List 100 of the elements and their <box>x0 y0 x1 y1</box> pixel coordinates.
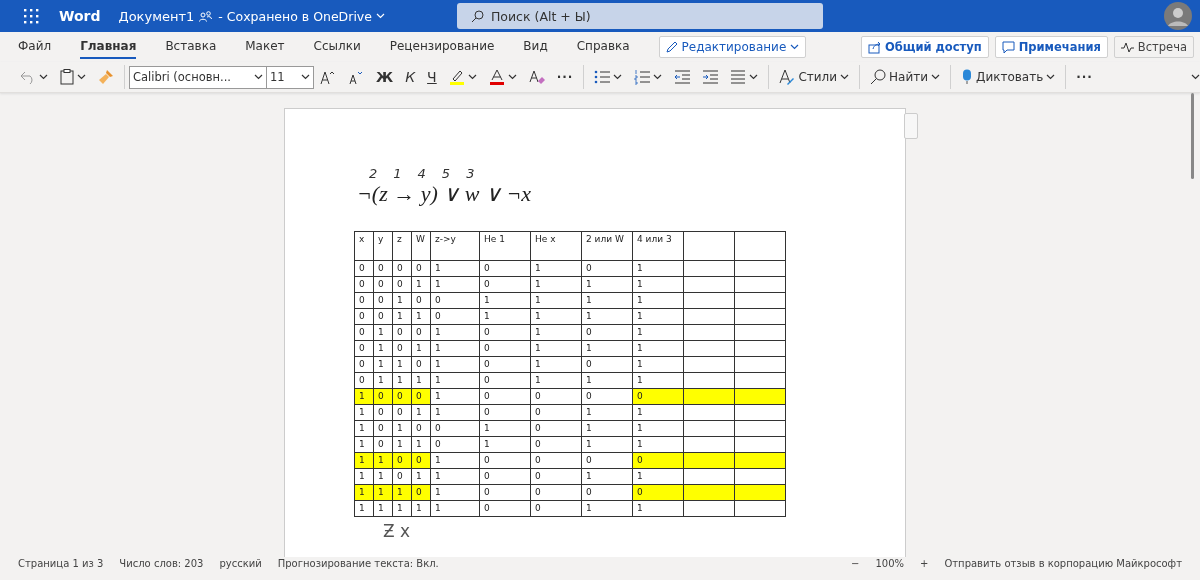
table-header-cell: z->y <box>430 231 480 261</box>
table-cell: 1 <box>373 372 393 389</box>
share-button[interactable]: Общий доступ <box>860 36 989 58</box>
table-cell: 1 <box>581 404 633 421</box>
table-cell: 0 <box>373 436 393 453</box>
table-cell: 1 <box>632 372 684 389</box>
avatar[interactable] <box>1164 2 1192 30</box>
feedback-link[interactable]: Отправить отзыв в корпорацию Майкрософт <box>944 557 1182 569</box>
table-cell: 0 <box>430 308 480 325</box>
align-icon <box>730 69 747 85</box>
table-header-cell: 4 или 3 <box>632 231 684 261</box>
table-cell: 0 <box>411 356 431 373</box>
ribbon-tab[interactable]: Справка <box>576 35 630 59</box>
table-header-cell: z <box>392 231 412 261</box>
table-cell: 1 <box>430 404 480 421</box>
table-cell: 0 <box>479 468 531 485</box>
table-cell: 1 <box>411 404 431 421</box>
table-cell: 1 <box>632 356 684 373</box>
table-cell: 0 <box>479 404 531 421</box>
table-cell: 0 <box>411 260 431 277</box>
scrollbar-thumb[interactable] <box>1191 93 1194 179</box>
table-cell: 1 <box>354 436 374 453</box>
dictate-button[interactable]: Диктовать <box>955 65 1062 89</box>
chevron-icon[interactable] <box>1191 74 1200 80</box>
table-cell: 0 <box>373 420 393 437</box>
table-cell: 1 <box>373 468 393 485</box>
share-icon <box>867 40 881 54</box>
font-size-dropdown[interactable]: 11 <box>266 65 314 89</box>
ribbon-tab[interactable]: Вставка <box>165 35 217 59</box>
table-cell: 1 <box>411 276 431 293</box>
chevron-icon[interactable] <box>613 74 623 80</box>
search-field[interactable]: Поиск (Alt + Ы) <box>456 3 823 29</box>
app-launcher-icon[interactable] <box>24 8 39 24</box>
table-cell: 0 <box>581 356 633 373</box>
bold-button[interactable]: Ж <box>370 65 400 89</box>
chevron-icon[interactable] <box>840 74 850 80</box>
chevron-icon[interactable] <box>254 74 263 80</box>
app-name[interactable]: Word <box>59 8 101 24</box>
underline-button[interactable]: Ч <box>421 65 443 89</box>
table-cell: 1 <box>354 468 374 485</box>
table-cell: 1 <box>530 324 582 341</box>
more-button[interactable]: ··· <box>1070 65 1099 89</box>
chevron-icon[interactable] <box>1046 74 1056 80</box>
ribbon-tab[interactable]: Ссылки <box>313 35 361 59</box>
table-header-cell: x <box>354 231 374 261</box>
more-button[interactable]: ··· <box>550 65 580 89</box>
chevron-icon[interactable] <box>301 74 310 80</box>
table-cell: 0 <box>530 484 582 501</box>
styles-button[interactable]: Стили <box>773 65 856 89</box>
editing-mode-button[interactable]: Редактирование <box>658 36 807 58</box>
ribbon-tab[interactable]: Рецензирование <box>389 35 495 59</box>
italic-button[interactable]: К <box>399 65 422 89</box>
table-cell: 1 <box>632 324 684 341</box>
ribbon-tab[interactable]: Главная <box>80 35 137 59</box>
table-cell: 1 <box>479 436 531 453</box>
chevron-icon[interactable] <box>653 74 663 80</box>
zoom-out-button[interactable]: − <box>851 557 860 569</box>
chevron-icon[interactable] <box>39 74 48 80</box>
table-cell: 1 <box>530 356 582 373</box>
table-cell: 0 <box>354 324 374 341</box>
table-cell: 0 <box>530 388 582 405</box>
document-title[interactable]: Документ1 <box>118 8 195 24</box>
table-cell: 1 <box>530 308 582 325</box>
table-cell: 1 <box>354 420 374 437</box>
save-status[interactable]: - Сохранено в OneDrive <box>218 8 372 24</box>
ribbon-tab[interactable]: Файл <box>18 35 52 59</box>
zoom-in-button[interactable]: + <box>920 557 929 569</box>
ribbon-tab[interactable]: Вид <box>523 35 548 59</box>
table-cell: 0 <box>581 484 633 501</box>
status-item[interactable]: Число слов: 203 <box>119 557 204 569</box>
zoom-level[interactable]: 100% <box>875 557 904 569</box>
table-cell: 1 <box>581 500 633 517</box>
table-cell: 1 <box>392 308 412 325</box>
status-item[interactable]: Страница 1 из 3 <box>18 557 104 569</box>
table-cell: 1 <box>632 292 684 309</box>
status-item[interactable]: русский <box>219 557 262 569</box>
table-cell: 1 <box>354 500 374 517</box>
table-cell: 0 <box>392 276 412 293</box>
chevron-icon[interactable] <box>749 74 759 80</box>
table-cell: 1 <box>632 500 684 517</box>
table-cell: 0 <box>530 500 582 517</box>
table-cell: 1 <box>530 372 582 389</box>
table-cell: 1 <box>479 292 531 309</box>
chevron-icon[interactable] <box>507 74 517 80</box>
ribbon-tab[interactable]: Макет <box>245 35 285 59</box>
font-name-dropdown[interactable]: Calibri (основн... <box>129 65 266 89</box>
pencil-icon <box>665 41 678 53</box>
table-cell: 1 <box>632 308 684 325</box>
chevron-icon[interactable] <box>931 74 940 80</box>
table-cell: 0 <box>392 340 412 357</box>
status-item[interactable]: Прогнозирование текста: Вкл. <box>277 557 439 569</box>
comments-button[interactable]: Примечания <box>994 36 1108 58</box>
table-cell: 0 <box>581 260 633 277</box>
people-icon <box>199 10 213 22</box>
table-cell: 1 <box>411 468 431 485</box>
chevron-icon[interactable] <box>467 74 477 80</box>
table-cell: 1 <box>530 340 582 357</box>
meet-button[interactable]: Встреча <box>1113 36 1194 58</box>
chevron-icon[interactable] <box>77 74 86 80</box>
find-button[interactable]: Найти <box>864 65 946 89</box>
